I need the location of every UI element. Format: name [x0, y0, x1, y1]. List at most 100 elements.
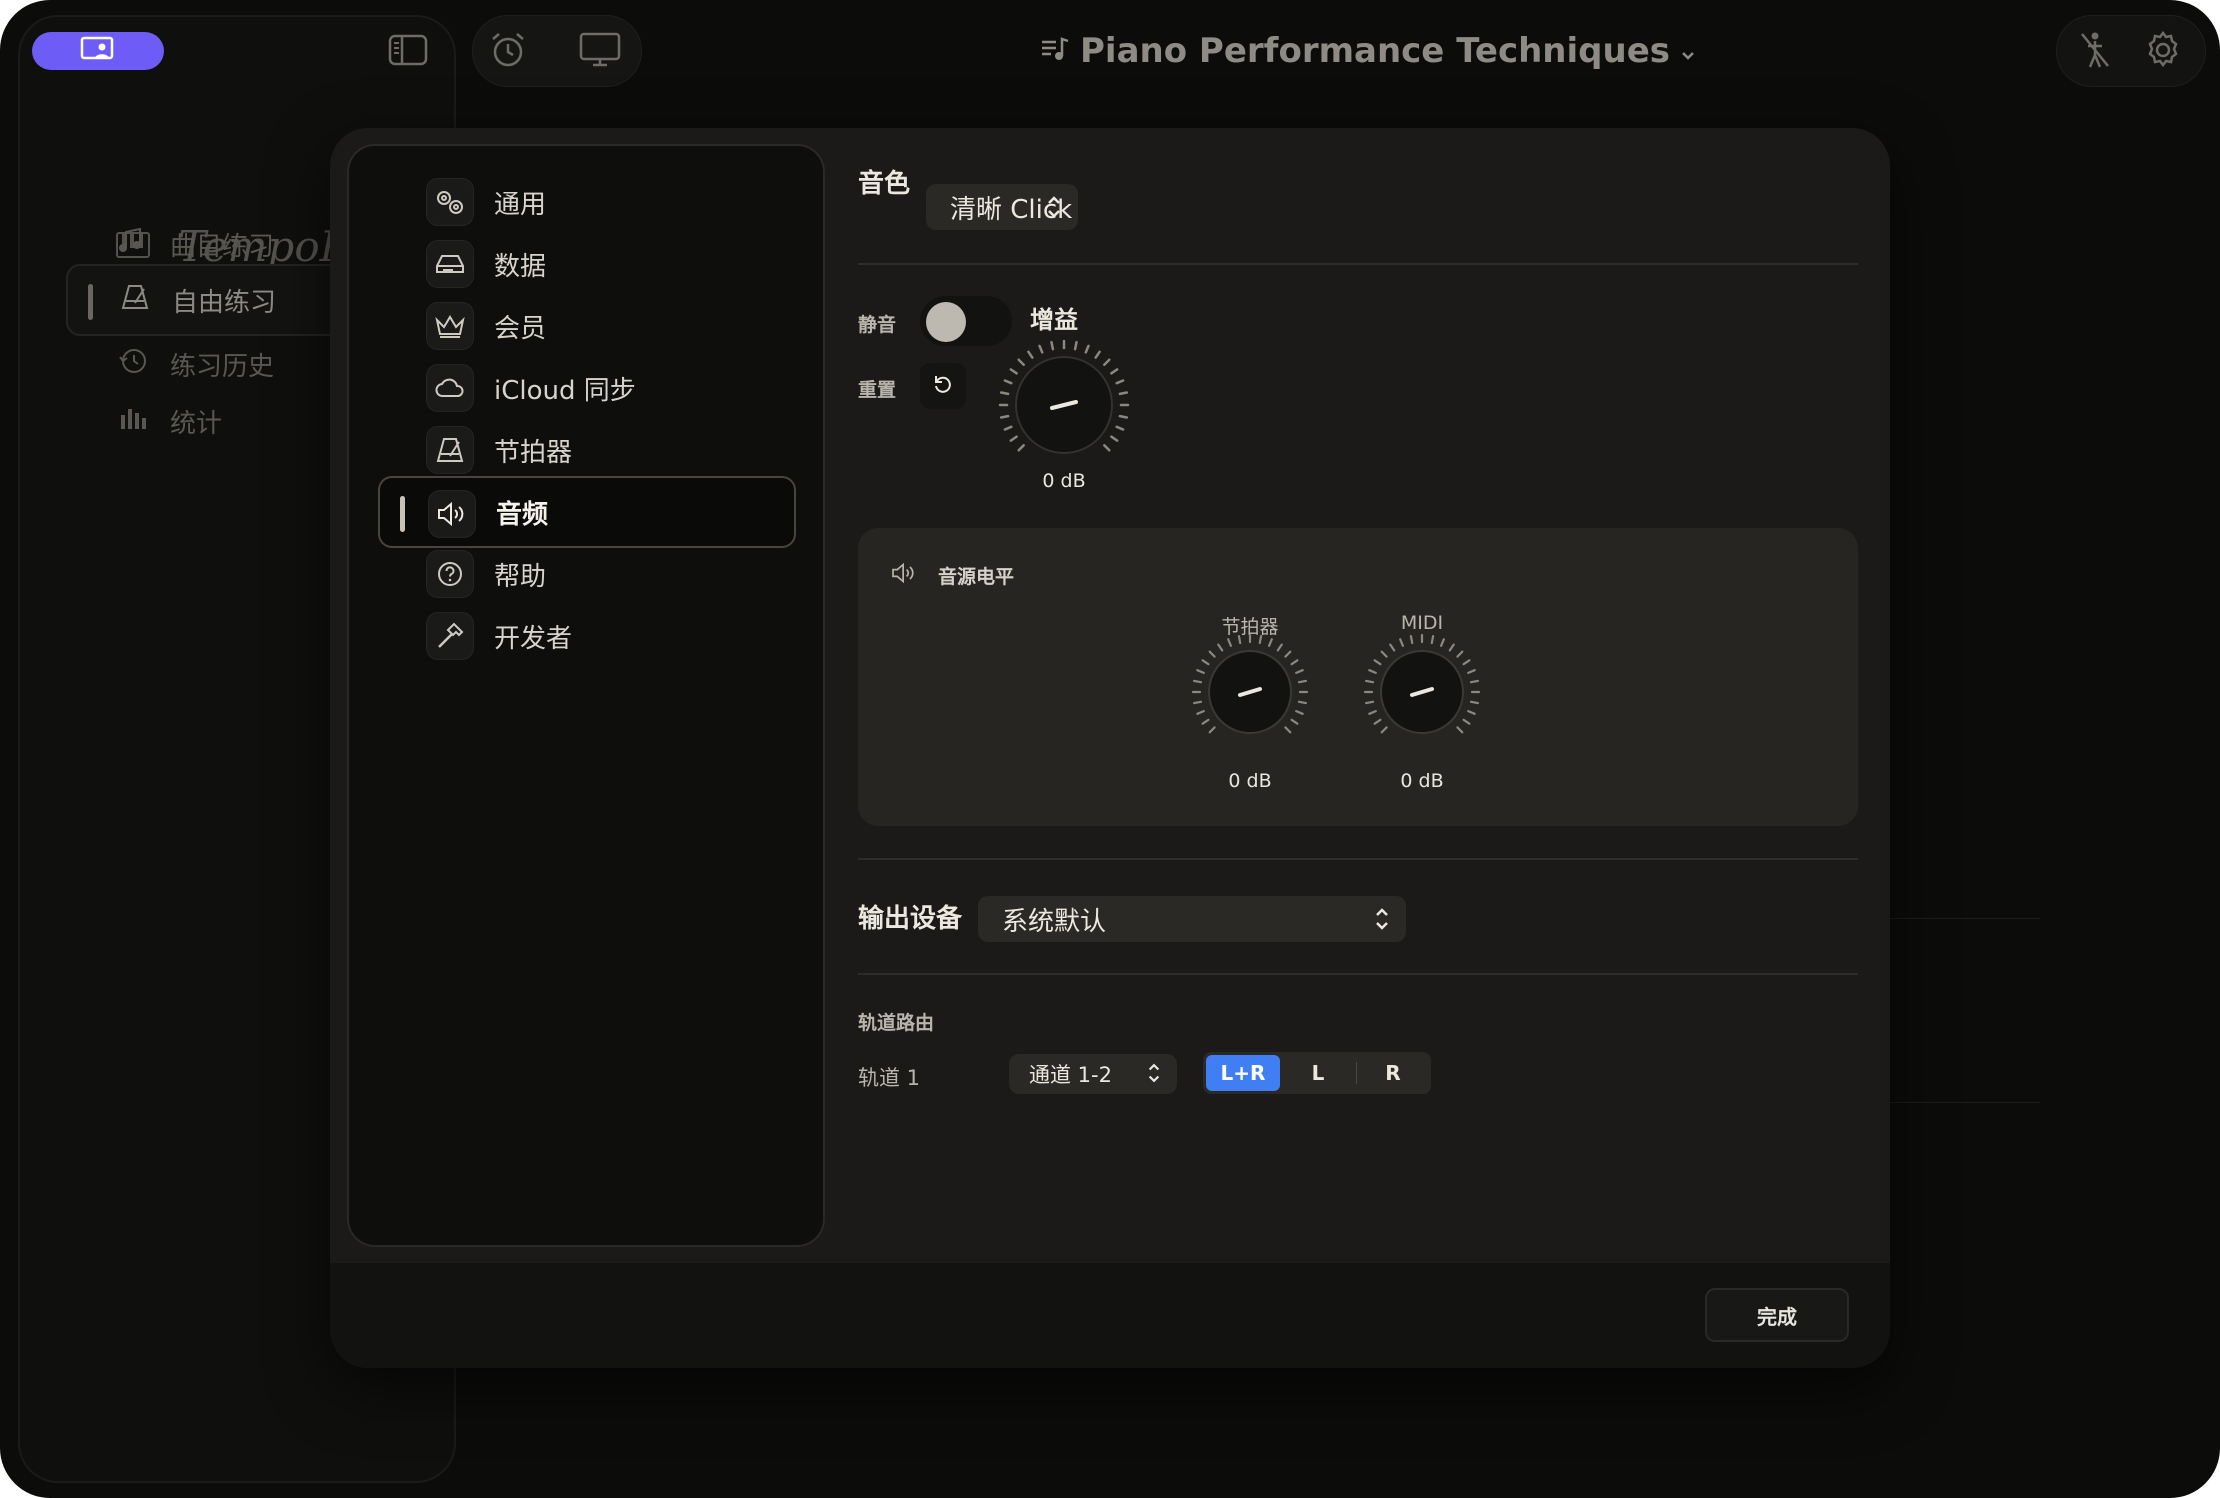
knob-tick	[1462, 659, 1471, 666]
pan-segmented-control: L+R L R	[1203, 1052, 1431, 1094]
knob-tick	[1038, 344, 1044, 354]
bar-chart-icon	[118, 405, 148, 438]
settings-menu: 通用 数据 会员 iCloud 同步 节拍器 音频 帮助 开发者	[347, 144, 825, 1247]
channel-select[interactable]: 通道 1-2	[1009, 1054, 1177, 1094]
knob-tick	[1237, 634, 1242, 645]
knob-tick	[1297, 700, 1308, 705]
knob-tick	[1456, 650, 1464, 658]
metronome-level-value: 0 dB	[1228, 770, 1272, 792]
divider	[858, 973, 1858, 975]
knob-tick	[1003, 379, 1013, 385]
gain-value: 0 dB	[1042, 470, 1086, 492]
track-1-label: 轨道 1	[858, 1066, 921, 1090]
toggle-knob	[926, 302, 966, 342]
sidebar-icon	[388, 34, 428, 70]
knob-tick	[1456, 726, 1464, 734]
channel-value: 通道 1-2	[1029, 1063, 1112, 1087]
output-device-value: 系统默认	[1002, 906, 1107, 937]
reset-label: 重置	[858, 379, 897, 401]
divider	[858, 263, 1858, 265]
knob-tick	[1295, 709, 1304, 715]
menu-item-label: 帮助	[494, 561, 547, 592]
knob-tick	[1103, 358, 1111, 366]
knob-tick	[1469, 679, 1480, 684]
toggle-sidebar-button[interactable]	[378, 22, 438, 82]
divider	[858, 858, 1858, 860]
knob-tick	[1462, 718, 1471, 725]
midi-level-value: 0 dB	[1400, 770, 1444, 792]
reset-icon	[932, 373, 954, 399]
display-button[interactable]	[570, 22, 630, 82]
knob-tick	[1364, 679, 1375, 684]
output-device-select[interactable]: 系统默认	[978, 896, 1406, 942]
menu-item-label: iCloud 同步	[494, 375, 636, 406]
knob-tick	[999, 414, 1010, 419]
background-divider	[1890, 1102, 2040, 1103]
presenter-icon	[80, 36, 116, 66]
menu-item-developer[interactable]: 开发者	[378, 600, 796, 672]
chevron-down-icon	[1680, 31, 1696, 71]
knob-tick	[1297, 679, 1308, 684]
drive-icon	[426, 240, 474, 288]
chevron-up-down-icon	[1046, 194, 1062, 227]
levels-title: 音源电平	[938, 566, 1015, 588]
knob-tick	[1115, 379, 1125, 385]
metronome-icon	[426, 426, 474, 474]
timbre-label: 音色	[858, 169, 911, 199]
audio-settings: 音色 清晰 Click 静音 重置 增益 0 dB 音源电平 节拍器 0 dB …	[858, 128, 1858, 1263]
done-button[interactable]: 完成	[1705, 1288, 1849, 1342]
knob-tick	[1267, 638, 1273, 647]
knob-tick	[1284, 726, 1292, 734]
gear-icon	[2143, 30, 2183, 74]
history-icon	[118, 347, 148, 382]
knob-tick	[1003, 425, 1013, 431]
knob-tick	[1196, 709, 1205, 715]
knob-tick	[1389, 643, 1396, 652]
chevron-up-down-icon	[1147, 1061, 1161, 1090]
knob-tick	[1399, 638, 1405, 647]
posture-button[interactable]	[2065, 22, 2125, 82]
knob-tick	[1295, 669, 1304, 675]
pan-option-r[interactable]: R	[1358, 1055, 1428, 1091]
menu-item-label: 音频	[496, 499, 549, 530]
knob-tick	[1118, 414, 1129, 419]
knob-tick	[1103, 444, 1111, 452]
speaker-icon	[890, 562, 918, 588]
knob-tick	[1115, 425, 1125, 431]
sidebar-item-free-practice[interactable]: 自由练习	[66, 264, 366, 336]
alarm-clock-icon	[488, 31, 528, 73]
knob-tick	[1276, 643, 1283, 652]
background-divider	[1890, 918, 2040, 919]
knob-tick	[1208, 650, 1216, 658]
knob-tick	[1118, 391, 1129, 396]
midi-level-knob[interactable]	[1362, 632, 1482, 756]
knob-tick	[999, 391, 1010, 396]
settings-button[interactable]	[2133, 22, 2193, 82]
sidebar-item-label: 自由练习	[172, 287, 277, 318]
menu-item-label: 开发者	[494, 623, 573, 654]
pan-option-lr[interactable]: L+R	[1206, 1055, 1280, 1091]
alarm-button[interactable]	[478, 22, 538, 82]
help-icon	[426, 550, 474, 598]
mode-switch-button[interactable]	[32, 32, 164, 70]
knob-tick	[1368, 669, 1377, 675]
window-title[interactable]: Piano Performance Techniques	[1040, 26, 1696, 76]
knob-tick	[1110, 368, 1119, 375]
reset-button[interactable]	[920, 363, 966, 409]
sidebar-item-label: 练习历史	[170, 351, 275, 382]
gain-knob[interactable]	[994, 335, 1134, 479]
knob-tick	[1196, 669, 1205, 675]
metronome-level-knob[interactable]	[1190, 632, 1310, 756]
knob-tick	[1017, 358, 1025, 366]
figure-slash-icon	[2078, 30, 2112, 74]
settings-dialog: 通用 数据 会员 iCloud 同步 节拍器 音频 帮助 开发者 音色 清晰 C…	[330, 128, 1890, 1368]
menu-item-label: 节拍器	[494, 437, 573, 468]
sidebar-item-stats[interactable]: 统计	[66, 385, 366, 457]
knob-tick	[1192, 700, 1203, 705]
timbre-select[interactable]: 清晰 Click	[926, 184, 1078, 230]
knob-tick	[1217, 643, 1224, 652]
music-notes-icon	[118, 227, 148, 261]
chevron-up-down-icon	[1374, 906, 1390, 939]
pan-option-l[interactable]: L	[1283, 1055, 1353, 1091]
metronome-icon	[120, 283, 150, 318]
